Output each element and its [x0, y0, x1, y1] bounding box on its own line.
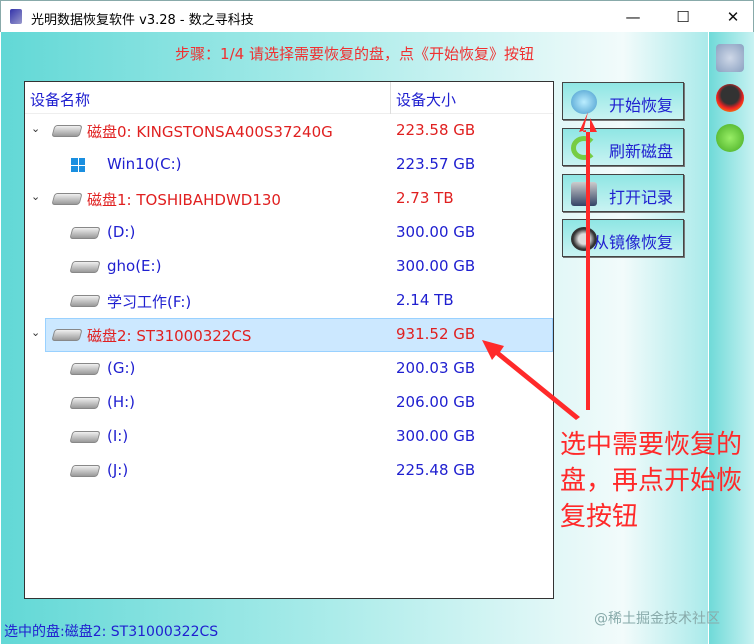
- arrow-to-start-button: [579, 112, 597, 410]
- status-selected-disk: 选中的盘:磁盘2: ST31000322CS: [4, 624, 219, 640]
- watermark: @稀土掘金技术社区: [594, 611, 720, 627]
- annotation-text: 选中需要恢复的盘，再点开始恢复按钮: [560, 430, 743, 532]
- annotation-arrows: [482, 112, 597, 420]
- arrow-to-selected-disk: [482, 340, 580, 420]
